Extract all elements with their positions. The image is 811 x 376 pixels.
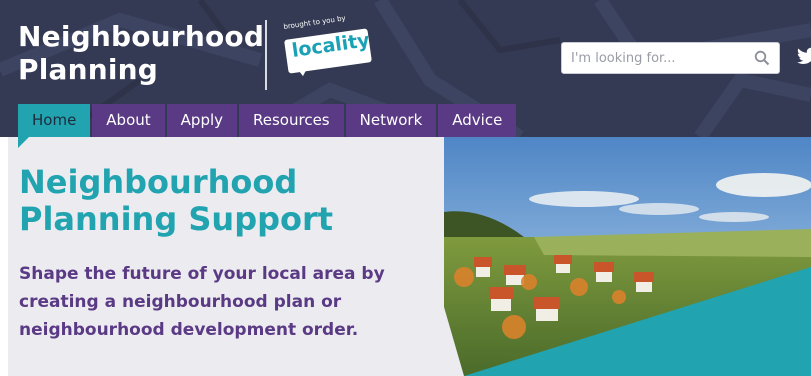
hero-image	[444, 137, 811, 376]
nav-item-about[interactable]: About	[92, 104, 165, 137]
hero-title-line2: Planning Support	[19, 200, 334, 238]
nav-item-apply[interactable]: Apply	[166, 104, 238, 137]
locality-logo[interactable]: locality	[284, 28, 374, 84]
main-nav: Home About Apply Resources Network Advic…	[18, 104, 518, 137]
twitter-icon[interactable]	[797, 47, 811, 65]
logo-bubble-tail	[293, 60, 313, 78]
site-title-line2: Planning	[18, 53, 159, 86]
search-box	[561, 42, 780, 74]
active-nav-pointer	[18, 137, 29, 148]
nav-item-advice[interactable]: Advice	[438, 104, 517, 137]
search-input[interactable]	[562, 43, 747, 73]
village-landscape-image	[444, 137, 811, 376]
site-title-line1: Neighbourhood	[18, 20, 265, 53]
hero-subtitle: Shape the future of your local area by c…	[19, 264, 385, 340]
header-divider	[265, 20, 267, 90]
site-header: Neighbourhood Planning brought to you by…	[0, 0, 811, 137]
nav-item-resources[interactable]: Resources	[239, 104, 344, 137]
hero-title: Neighbourhood Planning Support	[19, 164, 333, 238]
hero-title-line1: Neighbourhood	[19, 163, 298, 201]
nav-item-network[interactable]: Network	[345, 104, 437, 137]
page: Neighbourhood Planning brought to you by…	[0, 0, 811, 376]
search-icon[interactable]	[754, 50, 770, 66]
nav-item-home[interactable]: Home	[18, 104, 91, 137]
site-title[interactable]: Neighbourhood Planning	[18, 20, 264, 86]
